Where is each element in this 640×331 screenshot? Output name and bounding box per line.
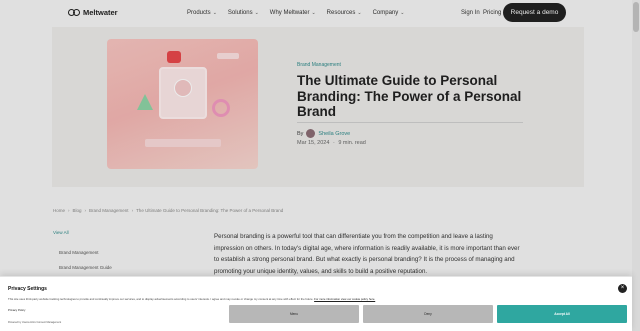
profile-avatar-icon (174, 79, 192, 97)
nav-item-products[interactable]: Products ⌄ (187, 10, 217, 16)
meltwater-logo-icon (68, 8, 80, 17)
author-avatar (306, 129, 316, 138)
divider (297, 122, 523, 123)
article-meta: Mar 15, 2024 · 9 min. read (297, 140, 366, 146)
author-link[interactable]: Sheila Grove (318, 131, 350, 137)
scrollbar-thumb[interactable] (633, 2, 639, 32)
toc-item-brand-management-guide[interactable]: Brand Management Guide (59, 265, 112, 270)
pricing-link[interactable]: Pricing (483, 10, 501, 16)
by-label: By (297, 130, 304, 137)
decorative-shelf (145, 139, 221, 147)
nav-label: Why Meltwater (269, 10, 310, 16)
nav-item-why-meltwater[interactable]: Why Meltwater ⌄ (270, 10, 316, 16)
chevron-down-icon: ⌄ (311, 10, 316, 16)
breadcrumb-separator: › (131, 208, 134, 213)
article-intro: Personal branding is a powerful tool tha… (214, 233, 520, 275)
read-time: 9 min. read (338, 140, 366, 146)
article-category[interactable]: Brand Management (297, 62, 341, 68)
page-scrollbar[interactable] (632, 0, 640, 331)
cookie-description-text: This site uses third-party website track… (8, 297, 314, 301)
breadcrumb-separator: › (84, 208, 87, 213)
nav-label: Solutions (227, 10, 253, 16)
author-byline: By Sheila Grove (297, 129, 350, 138)
cookie-menu-button[interactable]: Menu (229, 305, 359, 323)
cookie-policy-link[interactable]: For more information view our cookie pol… (314, 297, 375, 301)
meltwater-logo[interactable]: Meltwater (68, 8, 118, 17)
breadcrumb-home[interactable]: Home (53, 208, 65, 213)
publish-date: Mar 15, 2024 (297, 140, 330, 146)
cookie-title: Privacy Settings (8, 286, 47, 292)
chevron-down-icon: ⌄ (254, 10, 259, 16)
cookie-accept-all-button[interactable]: Accept All (497, 305, 627, 323)
powered-by: Powered by Usercentrics Consent Manageme… (8, 321, 62, 324)
hero-illustration (107, 39, 258, 169)
close-icon[interactable]: × (618, 284, 627, 293)
breadcrumb-brand-management[interactable]: Brand Management (89, 208, 129, 213)
nav-item-company[interactable]: Company ⌄ (373, 10, 405, 16)
site-header: Meltwater Products ⌄ Solutions ⌄ Why Meltw… (0, 0, 632, 26)
cookie-banner: Privacy Settings × This site uses third-… (0, 276, 632, 331)
request-demo-button[interactable]: Request a demo (503, 3, 566, 22)
heart-icon (167, 51, 181, 63)
chevron-down-icon: ⌄ (400, 10, 405, 16)
breadcrumb-blog[interactable]: Blog (73, 208, 82, 213)
main-nav: Products ⌄ Solutions ⌄ Why Meltwater ⌄ Reso… (187, 10, 404, 16)
chevron-down-icon: ⌄ (357, 10, 362, 16)
privacy-policy-link[interactable]: Privacy Policy (8, 308, 25, 312)
breadcrumb-current: The Ultimate Guide to Personal Branding:… (136, 208, 284, 213)
nav-item-resources[interactable]: Resources ⌄ (327, 10, 362, 16)
meta-separator: · (332, 140, 335, 146)
nav-label: Resources (326, 10, 356, 16)
decorative-bar (217, 53, 239, 59)
nav-item-solutions[interactable]: Solutions ⌄ (228, 10, 259, 16)
cookie-deny-button[interactable]: Deny (363, 305, 493, 323)
triangle-shape (137, 94, 153, 110)
logo-text: Meltwater (83, 8, 118, 17)
cookie-description: This site uses third-party website track… (8, 297, 375, 301)
breadcrumb-separator: › (68, 208, 70, 213)
ring-shape (212, 99, 230, 117)
view-all-link[interactable]: View All (53, 230, 69, 235)
nav-label: Products (187, 10, 211, 16)
article-title: The Ultimate Guide to Personal Branding:… (297, 73, 522, 119)
toc-item-brand-management[interactable]: Brand Management (59, 250, 99, 255)
chevron-down-icon: ⌄ (212, 10, 217, 16)
breadcrumb: Home › Blog › Brand Management › The Ult… (53, 208, 283, 213)
sign-in-link[interactable]: Sign In (461, 10, 480, 16)
nav-label: Company (372, 10, 399, 16)
